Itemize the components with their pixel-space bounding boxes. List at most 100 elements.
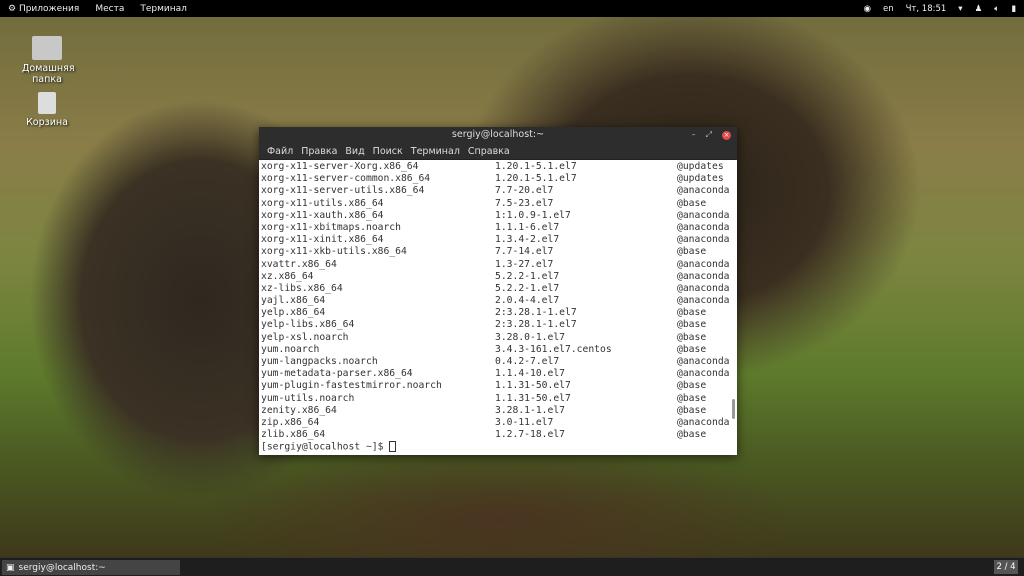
package-row: xorg-x11-xinit.x86_64 1.3.4-2.el7 @anacond… bbox=[261, 234, 735, 246]
cursor bbox=[389, 441, 397, 453]
package-repo: @anaconda bbox=[677, 368, 730, 380]
keyboard-layout[interactable]: en bbox=[883, 4, 894, 14]
menu-terminal[interactable]: Терминал bbox=[132, 4, 195, 14]
package-version: 1.3-27.el7 bbox=[495, 258, 554, 270]
package-repo: @anaconda bbox=[677, 209, 730, 221]
menu-edit[interactable]: Правка bbox=[297, 146, 341, 157]
package-row: yum-langpacks.noarch 0.4.2-7.el7 @anaconda bbox=[261, 356, 735, 368]
package-version: 2:3.28.1-1.el7 bbox=[495, 319, 577, 331]
maximize-button[interactable]: ⤢ bbox=[706, 127, 712, 143]
package-repo: @anaconda bbox=[677, 234, 730, 246]
package-version: 2.0.4-4.el7 bbox=[495, 295, 560, 307]
package-name: yum-plugin-fastestmirror.noarch bbox=[261, 380, 442, 392]
package-repo: @base bbox=[677, 343, 707, 355]
package-row: yelp.x86_64 2:3.28.1-1.el7 @base bbox=[261, 307, 735, 319]
package-version: 2:3.28.1-1.el7 bbox=[495, 307, 577, 319]
package-repo: @anaconda bbox=[677, 258, 730, 270]
menu-applications[interactable]: ⚙ Приложения bbox=[0, 4, 87, 14]
package-row: xorg-x11-server-common.x86_64 1.20.1-5.1.… bbox=[261, 173, 735, 185]
accessibility-icon[interactable]: ◉ bbox=[864, 4, 871, 14]
desktop-icon-trash[interactable]: Корзина bbox=[12, 92, 82, 128]
package-name: yum-utils.noarch bbox=[261, 392, 355, 404]
package-repo: @updates bbox=[677, 173, 724, 185]
menu-search[interactable]: Поиск bbox=[369, 146, 407, 157]
clock[interactable]: Чт, 18:51 bbox=[906, 4, 947, 14]
package-repo: @anaconda bbox=[677, 356, 730, 367]
package-name: xorg-x11-server-Xorg.x86_64 bbox=[261, 161, 419, 172]
desktop-icon-home[interactable]: Домашняя папка bbox=[12, 36, 82, 85]
package-row: xz-libs.x86_64 5.2.2-1.el7 @anaconda bbox=[261, 283, 735, 295]
package-repo: @base bbox=[677, 429, 707, 441]
menu-terminal[interactable]: Терминал bbox=[407, 146, 464, 157]
package-name: yelp.x86_64 bbox=[261, 307, 326, 319]
package-repo: @base bbox=[677, 404, 707, 416]
wifi-icon[interactable]: ▾ bbox=[958, 4, 962, 14]
package-name: zip.x86_64 bbox=[261, 416, 320, 428]
menu-places[interactable]: Места bbox=[87, 4, 132, 14]
trash-icon bbox=[38, 92, 56, 114]
package-name: xorg-x11-xinit.x86_64 bbox=[261, 234, 384, 246]
workspace-indicator[interactable]: 2 / 4 bbox=[994, 560, 1018, 574]
package-version: 0.4.2-7.el7 bbox=[495, 356, 560, 367]
package-version: 1.3.4-2.el7 bbox=[495, 234, 560, 246]
package-repo: @anaconda bbox=[677, 416, 730, 428]
package-row: xorg-x11-server-utils.x86_64 7.7-20.el7 @a… bbox=[261, 185, 735, 197]
package-row: yum-utils.noarch 1.1.31-50.el7 @base bbox=[261, 393, 735, 405]
user-icon[interactable]: ♟ bbox=[975, 4, 983, 14]
menu-view[interactable]: Вид bbox=[341, 146, 368, 157]
package-name: yelp-xsl.noarch bbox=[261, 331, 349, 343]
prompt-line[interactable]: [sergiy@localhost ~]$ bbox=[261, 441, 735, 453]
package-version: 5.2.2-1.el7 bbox=[495, 270, 560, 282]
scrollbar[interactable] bbox=[732, 399, 735, 419]
package-row: xorg-x11-xbitmaps.noarch 1.1.1-6.el7 @anac… bbox=[261, 222, 735, 234]
package-version: 1.1.31-50.el7 bbox=[495, 392, 571, 404]
battery-icon[interactable]: ▮ bbox=[1011, 4, 1016, 14]
package-row: zip.x86_64 3.0-11.el7 @anaconda bbox=[261, 417, 735, 429]
package-name: xorg-x11-xauth.x86_64 bbox=[261, 209, 384, 221]
package-row: yelp-libs.x86_64 2:3.28.1-1.el7 @base bbox=[261, 319, 735, 331]
package-row: yum.noarch 3.4.3-161.el7.centos @base bbox=[261, 344, 735, 356]
package-row: zenity.x86_64 3.28.1-1.el7 @base bbox=[261, 405, 735, 417]
top-bar: ⚙ Приложения Места Терминал ◉ en Чт, 18:… bbox=[0, 0, 1024, 17]
volume-icon[interactable]: 🔈︎ bbox=[994, 4, 999, 14]
package-repo: @anaconda bbox=[677, 270, 730, 282]
package-version: 5.2.2-1.el7 bbox=[495, 282, 560, 294]
folder-icon bbox=[32, 36, 62, 60]
taskbar: ▣ sergiy@localhost:~ 2 / 4 bbox=[0, 557, 1024, 576]
package-row: zlib.x86_64 1.2.7-18.el7 @base bbox=[261, 429, 735, 441]
package-name: xorg-x11-server-common.x86_64 bbox=[261, 173, 431, 185]
package-version: 1.1.4-10.el7 bbox=[495, 368, 565, 380]
menu-file[interactable]: Файл bbox=[263, 146, 297, 157]
applications-label: Приложения bbox=[18, 3, 80, 14]
window-title: sergiy@localhost:~ bbox=[451, 129, 545, 140]
package-row: yum-plugin-fastestmirror.noarch 1.1.31-50… bbox=[261, 380, 735, 392]
package-name: xz-libs.x86_64 bbox=[261, 282, 343, 294]
package-version: 1.2.7-18.el7 bbox=[495, 429, 565, 441]
package-version: 1.1.1-6.el7 bbox=[495, 221, 560, 233]
terminal-output[interactable]: xorg-x11-server-Xorg.x86_64 1.20.1-5.1.el… bbox=[259, 160, 737, 455]
package-name: zenity.x86_64 bbox=[261, 404, 337, 416]
title-bar[interactable]: sergiy@localhost:~ – ⤢ × bbox=[259, 127, 737, 143]
package-version: 1.20.1-5.1.el7 bbox=[495, 173, 577, 185]
package-name: xorg-x11-utils.x86_64 bbox=[261, 197, 384, 209]
task-label: sergiy@localhost:~ bbox=[18, 562, 106, 573]
taskbar-item-terminal[interactable]: ▣ sergiy@localhost:~ bbox=[2, 560, 180, 575]
package-repo: @base bbox=[677, 307, 707, 319]
minimize-button[interactable]: – bbox=[692, 127, 696, 143]
close-button[interactable]: × bbox=[722, 130, 731, 140]
menu-help[interactable]: Справка bbox=[464, 146, 514, 157]
package-row: yum-metadata-parser.x86_64 1.1.4-10.el7 @a… bbox=[261, 368, 735, 380]
home-label: Домашняя папка bbox=[22, 63, 75, 85]
system-tray: ◉ en Чт, 18:51 ▾ ♟ 🔈︎ ▮ bbox=[864, 0, 1016, 17]
package-repo: @base bbox=[677, 197, 707, 209]
menu-bar: Файл Правка Вид Поиск Терминал Справка bbox=[259, 143, 737, 160]
package-version: 1.1.31-50.el7 bbox=[495, 380, 571, 392]
terminal-window[interactable]: sergiy@localhost:~ – ⤢ × Файл Правка Вид П… bbox=[259, 127, 737, 455]
package-repo: @anaconda bbox=[677, 185, 730, 197]
package-version: 7.7-20.el7 bbox=[495, 185, 554, 197]
package-version: 3.0-11.el7 bbox=[495, 416, 554, 428]
package-row: xvattr.x86_64 1.3-27.el7 @anaconda bbox=[261, 259, 735, 271]
package-repo: @anaconda bbox=[677, 295, 730, 307]
package-name: zlib.x86_64 bbox=[261, 429, 326, 441]
package-repo: @base bbox=[677, 319, 707, 331]
